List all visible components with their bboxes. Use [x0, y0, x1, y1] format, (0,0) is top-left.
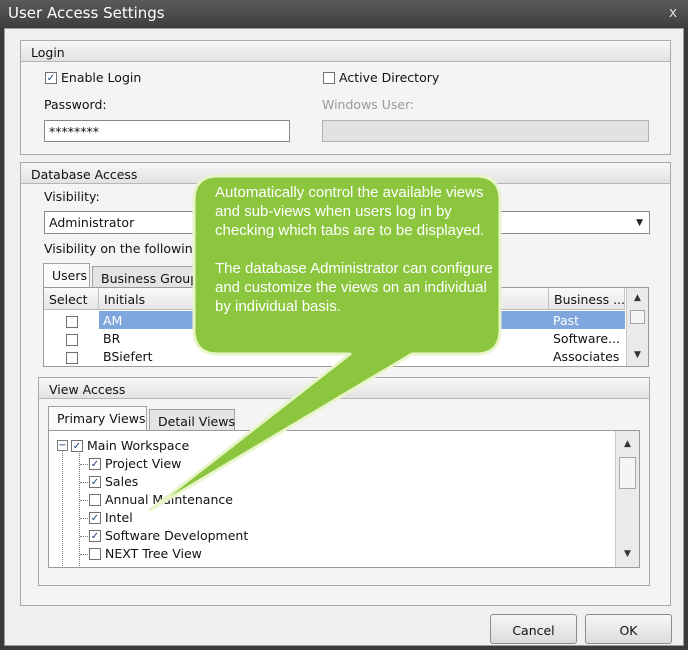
callout-paragraph: The database Administrator can configure… [215, 260, 493, 315]
callout-text: Automatically control the available view… [215, 183, 500, 335]
callout-paragraph: Automatically control the available view… [215, 184, 485, 239]
